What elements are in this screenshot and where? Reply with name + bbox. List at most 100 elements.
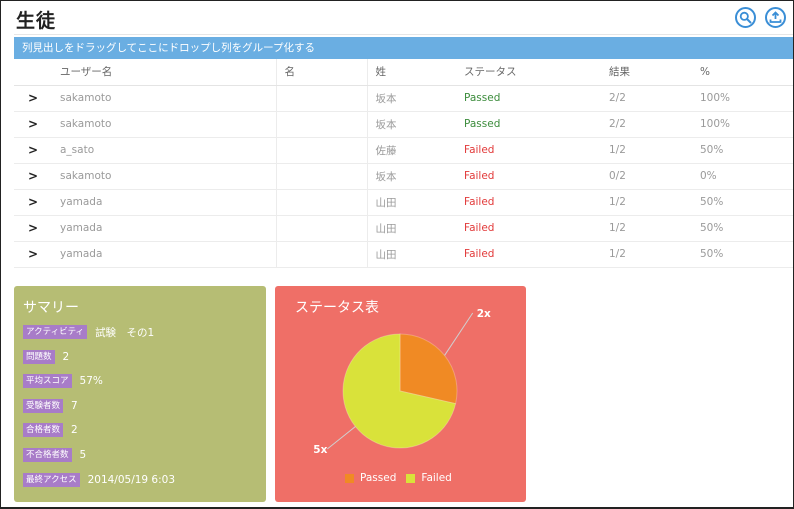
page-title: 生徒 — [16, 10, 57, 32]
title-divider — [14, 34, 794, 35]
cell-status: Failed — [456, 163, 601, 190]
search-icon — [739, 11, 752, 24]
row-expand-button[interactable]: > — [14, 241, 52, 268]
legend-label-passed: Passed — [360, 472, 397, 484]
cell-username: sakamoto — [52, 111, 277, 138]
legend-swatch-passed — [345, 473, 354, 483]
cell-status: Failed — [456, 215, 601, 242]
cell-result: 2/2 — [601, 85, 692, 112]
expander-header — [14, 59, 52, 86]
summary-value: 試験 その1 — [95, 326, 155, 339]
summary-label: 受験者数 — [23, 398, 64, 413]
cell-first-name — [276, 215, 368, 242]
column-header-username[interactable]: ユーザー名 — [52, 59, 277, 86]
upload-icon — [769, 11, 782, 23]
cell-first-name — [276, 85, 368, 112]
row-expand-button[interactable]: > — [14, 85, 52, 112]
summary-value: 2014/05/19 6:03 — [87, 473, 176, 486]
row-expand-button[interactable]: > — [14, 189, 52, 216]
legend-item-failed[interactable]: Failed — [406, 472, 452, 484]
summary-row: 受験者数 7 — [23, 398, 78, 413]
cell-percent: 50% — [692, 137, 794, 164]
cell-status: Failed — [456, 137, 601, 164]
cell-last-name: 坂本 — [367, 85, 456, 112]
table-row[interactable]: > sakamoto 坂本 Passed 2/2 100% — [14, 111, 794, 138]
export-button[interactable] — [765, 7, 786, 28]
cell-percent: 0% — [692, 163, 794, 190]
legend-item-passed[interactable]: Passed — [345, 472, 396, 484]
data-label-leader-failed — [326, 426, 356, 450]
summary-label: 不合格者数 — [23, 448, 72, 462]
data-label-failed: 5x — [313, 444, 327, 456]
summary-value: 7 — [71, 399, 78, 412]
cell-last-name: 佐藤 — [367, 137, 456, 164]
search-button[interactable] — [735, 7, 756, 28]
legend-label-failed: Failed — [421, 472, 452, 484]
summary-label: 最終アクセス — [23, 472, 80, 487]
cell-percent: 50% — [692, 189, 794, 216]
data-label-leader-passed — [444, 312, 474, 356]
chart-legend: Passed Failed — [345, 472, 462, 484]
summary-label: 平均スコア — [23, 374, 72, 389]
table-row[interactable]: > a_sato 佐藤 Failed 1/2 50% — [14, 137, 794, 164]
row-expand-button[interactable]: > — [14, 137, 52, 164]
table-row[interactable]: > sakamoto 坂本 Passed 2/2 100% — [14, 85, 794, 112]
summary-row: 合格者数 2 — [23, 423, 78, 438]
summary-title: サマリー — [23, 300, 79, 316]
status-pie-chart: 2x 5x — [313, 308, 491, 456]
summary-row: 最終アクセス 2014/05/19 6:03 — [23, 472, 176, 487]
cell-status: Failed — [456, 189, 601, 216]
cell-result: 1/2 — [601, 189, 692, 216]
table-row[interactable]: > sakamoto 坂本 Failed 0/2 0% — [14, 163, 794, 190]
cell-first-name — [276, 137, 368, 164]
column-header-last-name[interactable]: 姓 — [367, 59, 456, 86]
cell-username: yamada — [52, 189, 277, 216]
cell-status: Passed — [456, 111, 601, 138]
summary-label: 合格者数 — [23, 423, 64, 438]
table-row[interactable]: > yamada 山田 Failed 1/2 50% — [14, 189, 794, 216]
row-expand-button[interactable]: > — [14, 163, 52, 190]
cell-percent: 50% — [692, 215, 794, 242]
summary-value: 2 — [71, 424, 78, 437]
column-header-percent[interactable]: % — [692, 59, 794, 86]
summary-value: 2 — [62, 350, 70, 363]
cell-username: yamada — [52, 241, 277, 268]
cell-status: Failed — [456, 241, 601, 268]
group-by-drop-area[interactable]: 列見出しをドラッグしてここにドロップし列をグループ化する — [14, 37, 794, 59]
cell-result: 0/2 — [601, 163, 692, 190]
cell-last-name: 坂本 — [367, 111, 456, 138]
table-row[interactable]: > yamada 山田 Failed 1/2 50% — [14, 241, 794, 268]
row-expand-button[interactable]: > — [14, 215, 52, 242]
cell-percent: 100% — [692, 111, 794, 138]
cell-last-name: 山田 — [367, 189, 456, 216]
summary-label: アクティビティ — [23, 325, 88, 339]
cell-username: a_sato — [52, 137, 277, 164]
cell-result: 2/2 — [601, 111, 692, 138]
data-label-passed: 2x — [477, 308, 491, 320]
cell-first-name — [276, 189, 368, 216]
cell-first-name — [276, 163, 368, 190]
cell-username: sakamoto — [52, 85, 277, 112]
column-header-first-name[interactable]: 名 — [276, 59, 368, 86]
table-header-row: ユーザー名 名 姓 ステータス 結果 % — [14, 59, 794, 86]
column-header-result[interactable]: 結果 — [601, 59, 692, 86]
cell-first-name — [276, 241, 368, 268]
cell-percent: 100% — [692, 85, 794, 112]
summary-card: サマリー アクティビティ 試験 その1 問題数 2 平均スコア 57% 受験者数 7 合格者数 2… — [14, 286, 266, 502]
summary-label: 問題数 — [23, 349, 55, 364]
status-chart-card: ステータス表 2x 5x Passed Failed — [275, 286, 526, 502]
cell-last-name: 坂本 — [367, 163, 456, 190]
column-header-status[interactable]: ステータス — [456, 59, 601, 86]
summary-value: 5 — [79, 449, 87, 461]
legend-swatch-failed — [406, 473, 416, 483]
summary-row: 平均スコア 57% — [23, 374, 103, 389]
cell-result: 1/2 — [601, 215, 692, 242]
row-expand-button[interactable]: > — [14, 111, 52, 138]
cell-last-name: 山田 — [367, 241, 456, 268]
summary-row: 問題数 2 — [23, 349, 70, 364]
cell-result: 1/2 — [601, 137, 692, 164]
cell-result: 1/2 — [601, 241, 692, 268]
summary-value: 57% — [79, 375, 103, 388]
cell-first-name — [276, 111, 368, 138]
table-row[interactable]: > yamada 山田 Failed 1/2 50% — [14, 215, 794, 242]
